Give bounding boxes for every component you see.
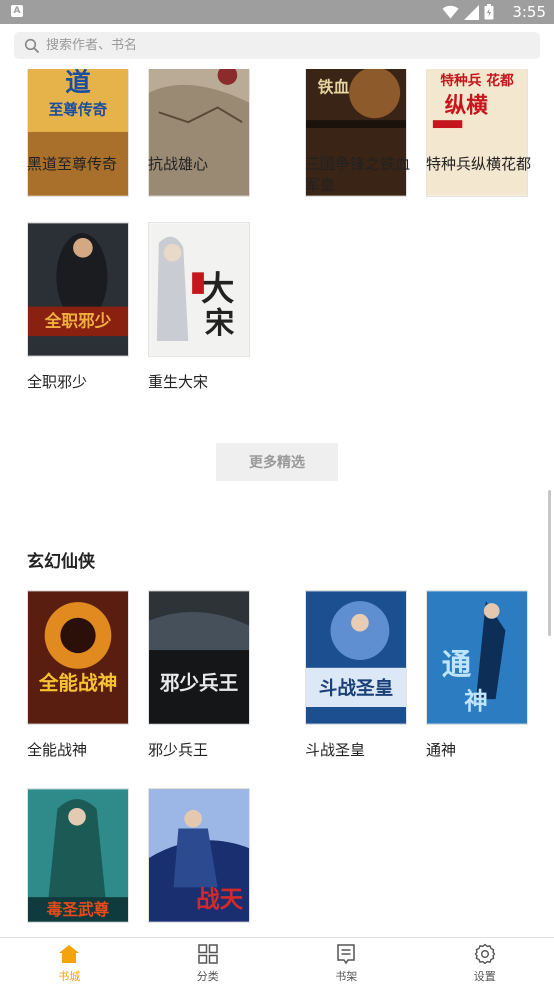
grid-icon: [198, 944, 218, 964]
nav-tab-category[interactable]: 分类: [139, 938, 278, 984]
battery-icon: [484, 4, 494, 20]
svg-text:特种兵 花都: 特种兵 花都: [440, 72, 514, 89]
book-title: 通神: [426, 741, 457, 759]
svg-text:道: 道: [65, 69, 91, 98]
nav-tab-bookstore[interactable]: 书城: [0, 938, 139, 984]
book-title: 特种兵纵横花都: [426, 155, 532, 173]
svg-text:纵横: 纵横: [445, 93, 489, 118]
book-cover[interactable]: 道 至尊传奇: [27, 69, 129, 197]
book-title: 重生大宋: [148, 373, 209, 391]
svg-text:宋: 宋: [205, 306, 235, 340]
nav-label: 分类: [196, 970, 219, 983]
nav-label: 设置: [473, 970, 496, 983]
search-bar[interactable]: [14, 32, 540, 59]
book-title: 斗战圣皇: [305, 741, 366, 759]
book-title: 三国争锋之铁血军皇: [305, 155, 411, 194]
svg-text:斗战圣皇: 斗战圣皇: [319, 677, 393, 699]
svg-text:通: 通: [442, 648, 472, 682]
bottom-nav: 书城 分类 书架 设置: [0, 937, 554, 984]
book-cover[interactable]: 全职邪少: [27, 222, 129, 357]
book-cover[interactable]: 斗战圣皇: [305, 590, 407, 725]
signal-icon: [464, 4, 479, 20]
bookshelf-icon: [337, 944, 355, 965]
book-cover[interactable]: 特种兵 花都 纵横: [426, 69, 528, 197]
svg-text:邪少兵王: 邪少兵王: [159, 671, 238, 694]
svg-text:大: 大: [201, 269, 234, 308]
book-title: 黑道至尊传奇: [27, 155, 118, 173]
book-cover[interactable]: 邪少兵王: [148, 590, 250, 725]
book-cover[interactable]: 大 宋: [148, 222, 250, 357]
search-input[interactable]: [46, 38, 486, 53]
clock: 3:55: [512, 3, 546, 21]
book-cover[interactable]: 通 神: [426, 590, 528, 725]
status-bar: A 3:55: [0, 0, 554, 24]
nav-tab-bookshelf[interactable]: 书架: [277, 938, 416, 984]
svg-text:全能战神: 全能战神: [38, 671, 117, 694]
search-icon: [24, 38, 40, 53]
wifi-icon: [442, 5, 459, 19]
svg-text:铁血: 铁血: [318, 78, 350, 97]
nav-label: 书城: [58, 970, 81, 983]
svg-text:全职邪少: 全职邪少: [44, 310, 112, 330]
book-cover[interactable]: 战天: [148, 788, 250, 923]
book-cover[interactable]: 全能战神: [27, 590, 129, 725]
app-notification-icon: A: [11, 5, 23, 17]
home-icon: [59, 945, 80, 963]
scrollbar[interactable]: [548, 490, 551, 636]
book-cover[interactable]: 毒圣武尊: [27, 788, 129, 923]
svg-text:至尊传奇: 至尊传奇: [49, 100, 108, 118]
more-picks-button[interactable]: 更多精选: [216, 443, 338, 481]
book-cover[interactable]: [148, 69, 250, 197]
svg-text:神: 神: [464, 687, 488, 715]
book-title: 全能战神: [27, 741, 88, 759]
book-title: 抗战雄心: [148, 155, 209, 173]
bookstore-content[interactable]: 道 至尊传奇 黑道至尊传奇 抗战雄心 铁血 三国争锋之铁血军皇 特种兵 花都 纵…: [0, 69, 554, 937]
book-title: 全职邪少: [27, 373, 88, 391]
section-title: 玄幻仙侠: [27, 552, 95, 572]
svg-text:战天: 战天: [196, 885, 244, 913]
nav-tab-settings[interactable]: 设置: [416, 938, 554, 984]
book-title: 邪少兵王: [148, 741, 209, 759]
nav-label: 书架: [335, 970, 358, 983]
svg-text:毒圣武尊: 毒圣武尊: [47, 900, 110, 919]
settings-icon: [474, 943, 495, 965]
